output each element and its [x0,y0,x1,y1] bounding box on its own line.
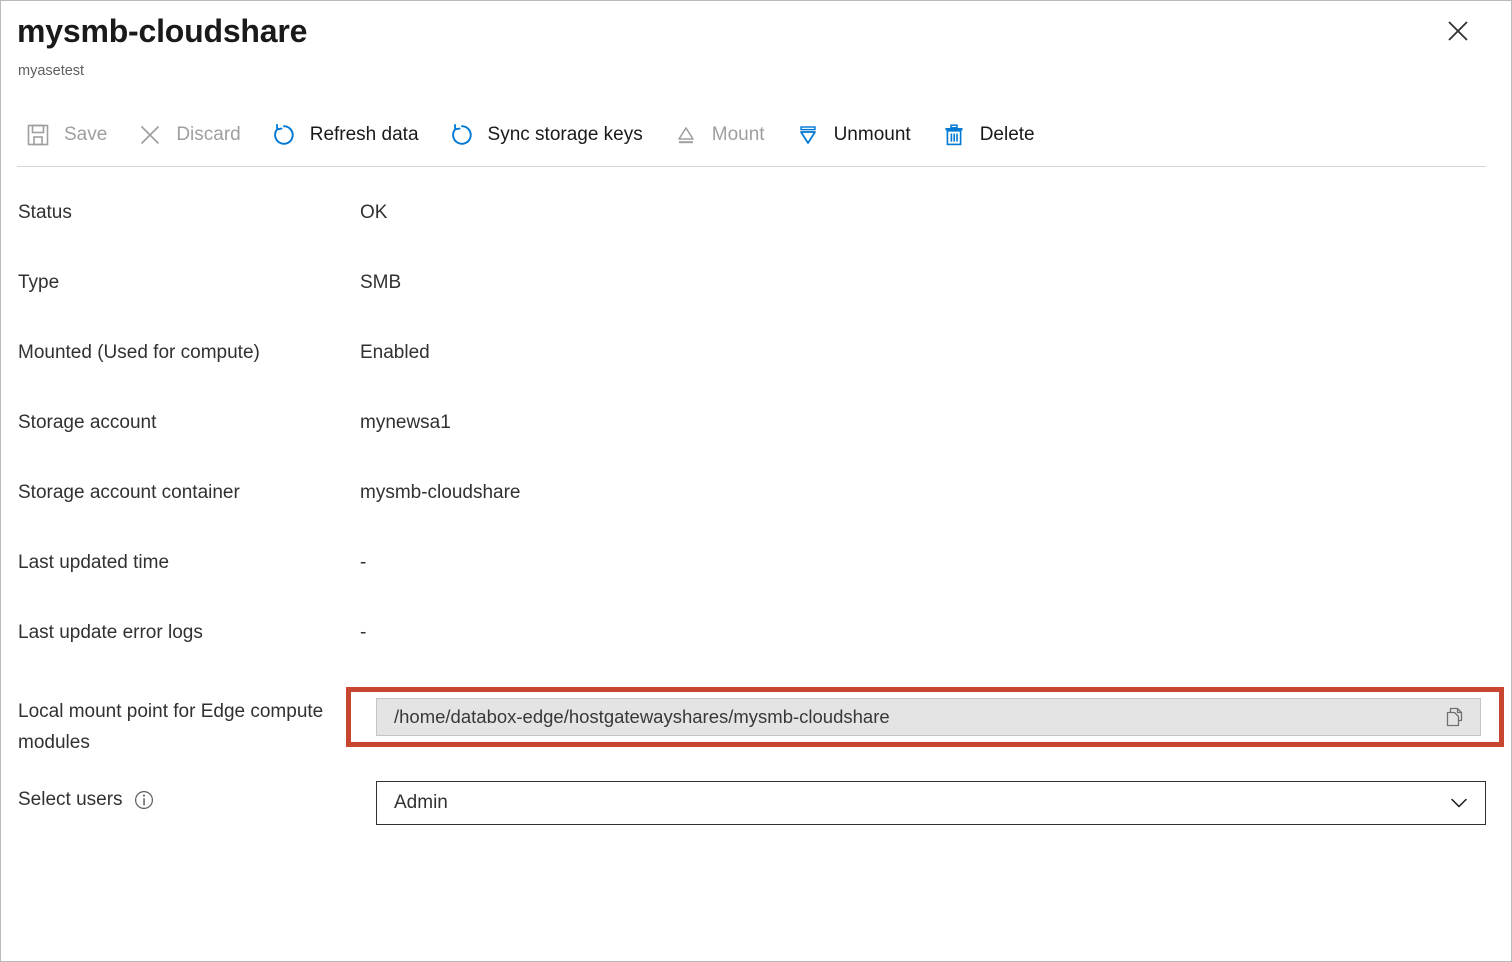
discard-button-label: Discard [176,124,240,146]
property-row-last-update-error-logs: Last update error logs - [1,617,1511,687]
property-row-storage-account-container: Storage account container mysmb-cloudsha… [1,477,1511,547]
info-icon[interactable] [134,790,154,810]
discard-button: Discard [135,113,252,157]
property-value: OK [360,197,387,228]
property-label: Type [1,267,360,298]
property-value: - [360,547,366,578]
property-label: Status [1,197,360,228]
refresh-data-button[interactable]: Refresh data [269,113,431,157]
property-value: - [360,617,366,648]
discard-icon [135,120,165,150]
refresh-data-button-label: Refresh data [310,124,419,146]
properties-list: Status OK Type SMB Mounted (Used for com… [1,197,1511,849]
local-mount-point-field[interactable]: /home/databox-edge/hostgatewayshares/mys… [376,698,1481,736]
delete-button[interactable]: Delete [939,113,1047,157]
unmount-button[interactable]: Unmount [793,113,923,157]
unmount-button-label: Unmount [834,124,911,146]
property-label: Last updated time [1,547,360,578]
select-users-label: Select users [18,784,123,815]
panel-header: mysmb-cloudshare myasetest [1,1,1511,97]
property-row-status: Status OK [1,197,1511,267]
save-button-label: Save [64,124,107,146]
unmount-icon [793,120,823,150]
property-row-type: Type SMB [1,267,1511,337]
save-icon [23,120,53,150]
local-mount-point-label: Local mount point for Edge compute modul… [1,687,360,758]
close-button[interactable] [1441,14,1475,48]
chevron-down-icon [1447,791,1471,815]
property-value: Enabled [360,337,430,368]
copy-icon [1444,706,1466,728]
property-value: mynewsa1 [360,407,451,438]
sync-storage-keys-button[interactable]: Sync storage keys [447,113,655,157]
select-users-label-group: Select users [1,779,360,815]
command-toolbar: Save Discard Refresh data [1,111,1063,159]
property-label: Last update error logs [1,617,360,648]
property-label: Mounted (Used for compute) [1,337,360,368]
property-value: SMB [360,267,401,298]
select-users-value: Admin [394,792,448,814]
local-mount-point-value: /home/databox-edge/hostgatewayshares/mys… [394,706,1440,728]
property-value: mysmb-cloudshare [360,477,521,508]
select-users-dropdown[interactable]: Admin [376,781,1486,825]
property-row-mounted: Mounted (Used for compute) Enabled [1,337,1511,407]
refresh-icon [269,120,299,150]
mount-button: Mount [671,113,777,157]
close-icon [1446,19,1470,43]
sync-storage-keys-button-label: Sync storage keys [488,124,643,146]
property-row-storage-account: Storage account mynewsa1 [1,407,1511,477]
property-row-local-mount-point: Local mount point for Edge compute modul… [1,687,1511,779]
property-label: Storage account container [1,477,360,508]
copy-to-clipboard-button[interactable] [1440,702,1470,732]
page-subtitle: myasetest [18,61,84,81]
save-button: Save [23,113,119,157]
delete-icon [939,120,969,150]
mount-button-label: Mount [712,124,765,146]
property-label: Storage account [1,407,360,438]
page-title: mysmb-cloudshare [17,9,307,53]
share-details-panel: mysmb-cloudshare myasetest Save [0,0,1512,962]
delete-button-label: Delete [980,124,1035,146]
mount-icon [671,120,701,150]
sync-icon [447,120,477,150]
property-row-last-updated-time: Last updated time - [1,547,1511,617]
property-row-select-users: Select users Admin [1,779,1511,849]
toolbar-divider [17,166,1486,167]
